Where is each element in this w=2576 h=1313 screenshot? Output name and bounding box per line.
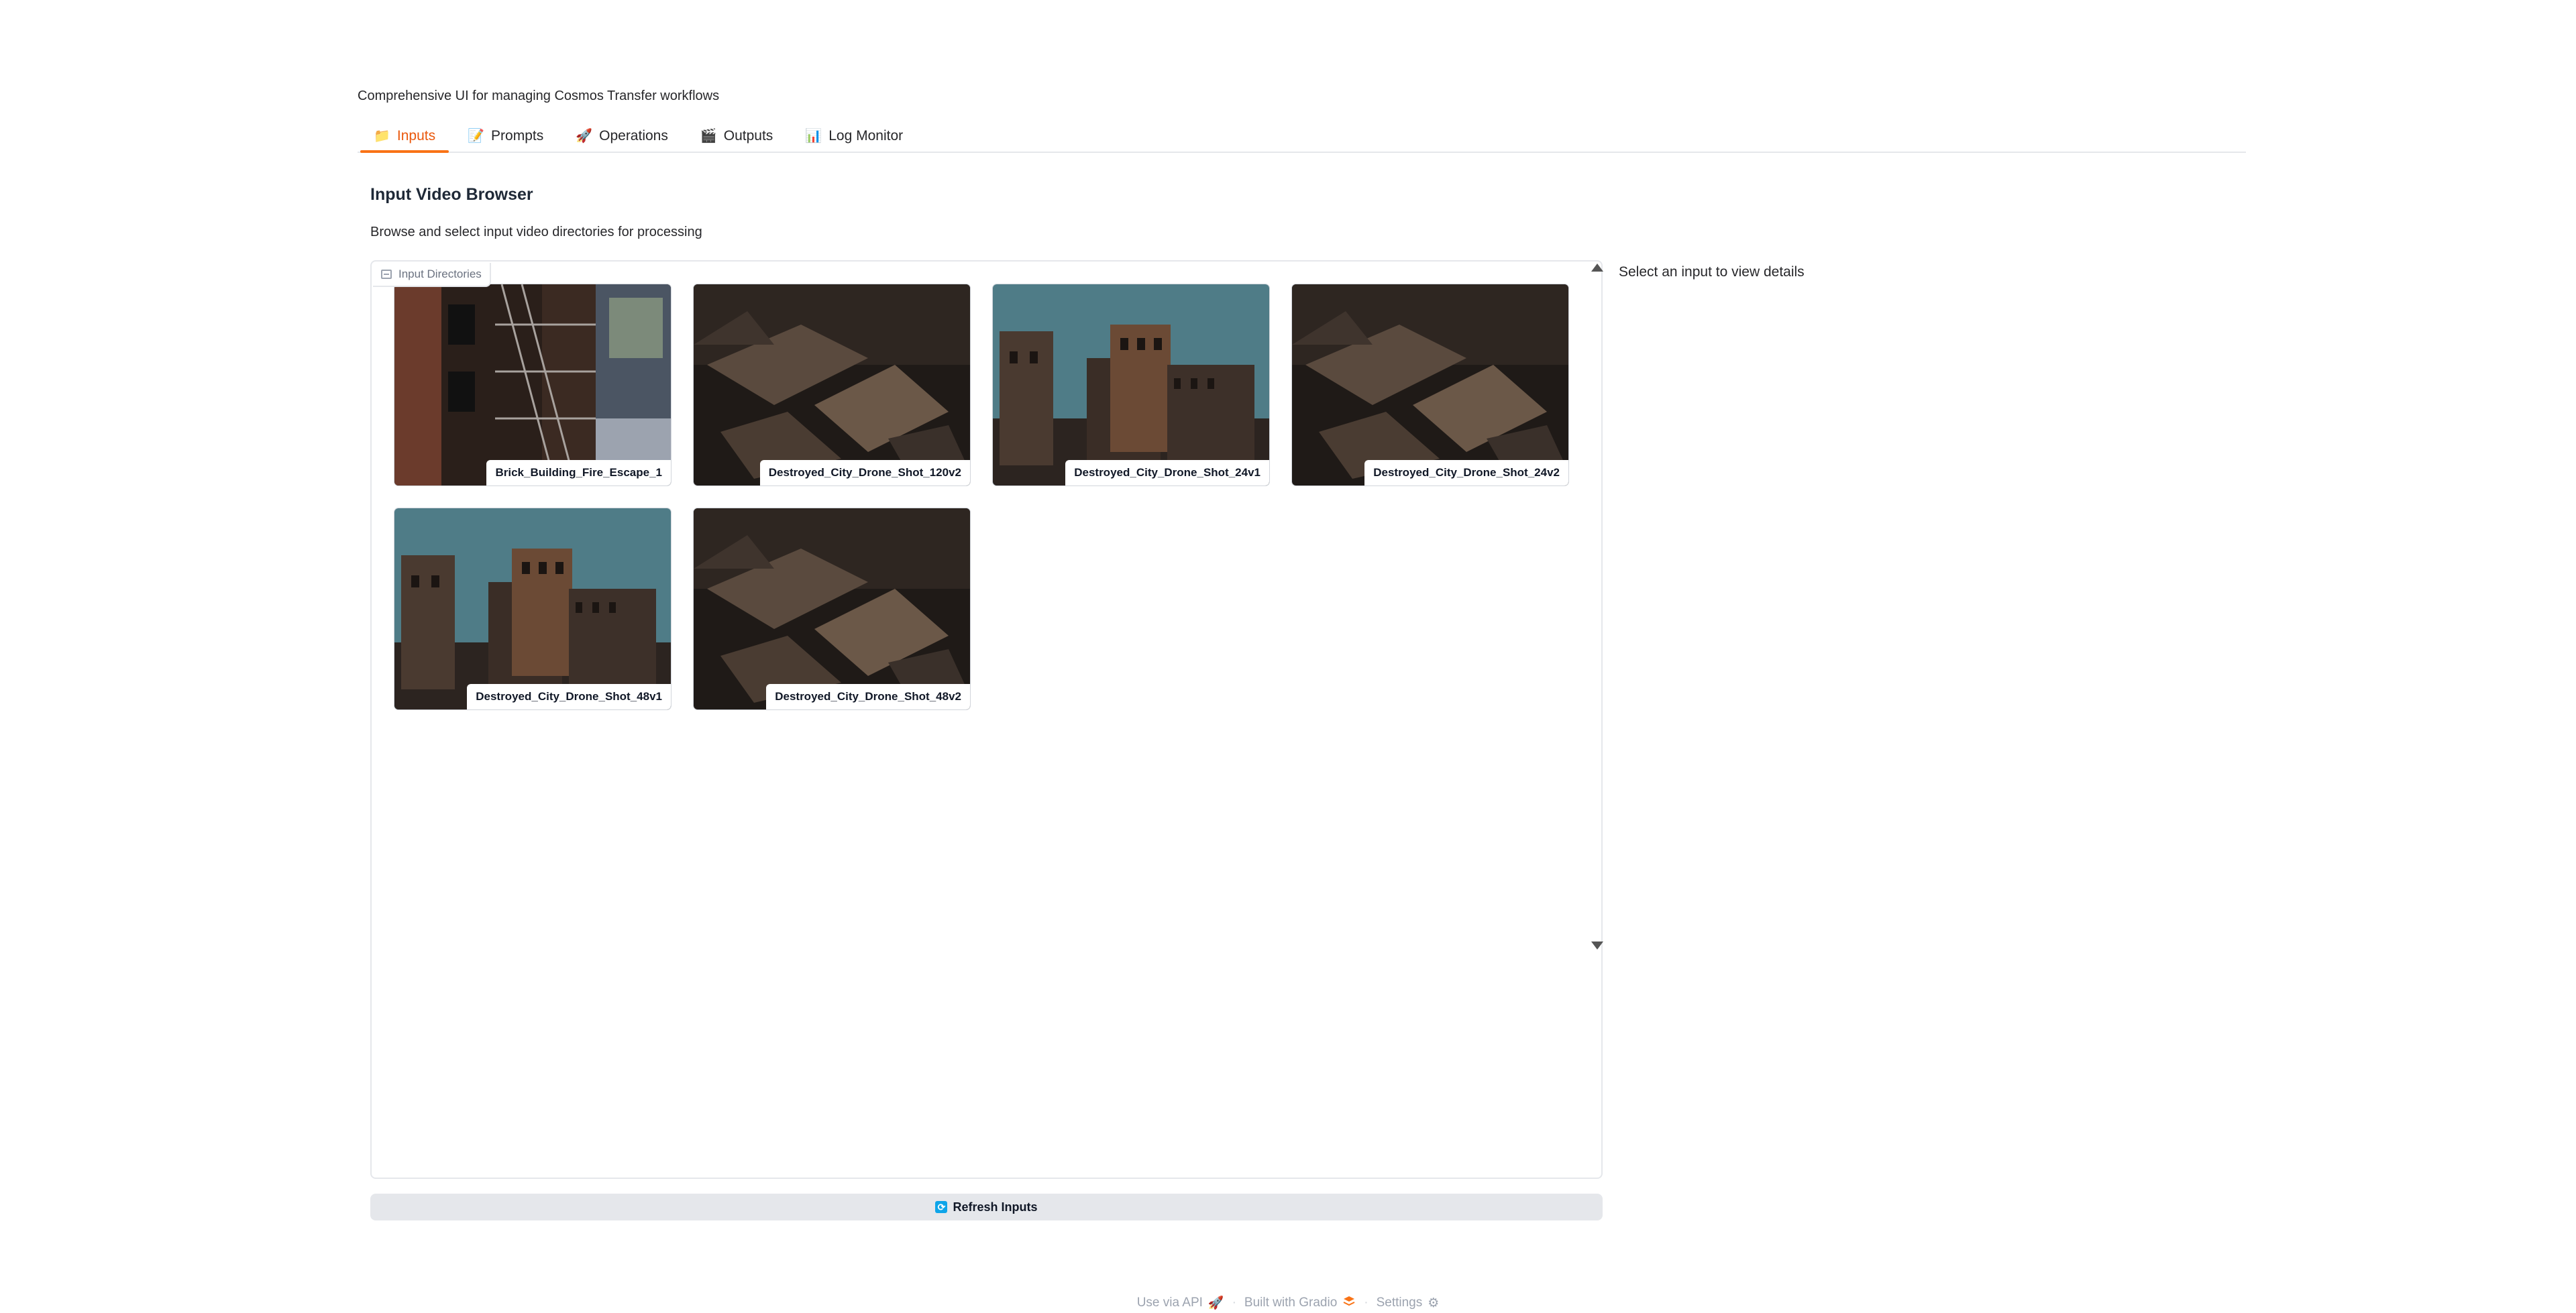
- gallery-label-text: Input Directories: [398, 268, 482, 280]
- tab-label: Operations: [599, 128, 668, 144]
- gallery-thumbnail[interactable]: Destroyed_City_Drone_Shot_24v1: [993, 284, 1269, 486]
- thumbnail-caption: Destroyed_City_Drone_Shot_48v2: [766, 684, 970, 709]
- gradio-link-label: Built with Gradio: [1244, 1296, 1338, 1310]
- tab-prompts[interactable]: 📝 Prompts: [451, 121, 559, 152]
- api-link-label: Use via API: [1136, 1296, 1203, 1310]
- gradio-link[interactable]: Built with Gradio: [1244, 1295, 1356, 1311]
- tab-outputs[interactable]: 🎬 Outputs: [684, 121, 789, 152]
- gradio-logo-icon: [1342, 1295, 1356, 1311]
- chart-icon: 📊: [805, 129, 822, 144]
- app-container: Comprehensive UI for managing Cosmos Tra…: [358, 0, 2246, 1313]
- thumbnail-image: [394, 284, 671, 486]
- gallery-thumbnail[interactable]: Destroyed_City_Drone_Shot_48v2: [694, 508, 970, 709]
- thumbnail-image: [1292, 284, 1568, 486]
- details-placeholder: Select an input to view details: [1619, 264, 1805, 280]
- section-title: Input Video Browser: [370, 185, 533, 204]
- thumbnail-image: [993, 284, 1269, 486]
- footer-separator: ·: [1364, 1296, 1368, 1310]
- tab-operations[interactable]: 🚀 Operations: [559, 121, 684, 152]
- tab-inputs[interactable]: 📁 Inputs: [358, 121, 451, 153]
- app-subtitle: Comprehensive UI for managing Cosmos Tra…: [358, 89, 720, 103]
- thumbnail-caption: Destroyed_City_Drone_Shot_48v1: [467, 684, 671, 709]
- thumbnail-caption: Destroyed_City_Drone_Shot_120v2: [759, 460, 970, 486]
- clapper-icon: 🎬: [700, 129, 717, 144]
- refresh-inputs-button[interactable]: ⟳ Refresh Inputs: [370, 1194, 1603, 1220]
- gallery-thumbnail[interactable]: Destroyed_City_Drone_Shot_24v2: [1292, 284, 1568, 486]
- section-description: Browse and select input video directorie…: [370, 225, 702, 239]
- rocket-icon: 🚀: [576, 129, 593, 144]
- thumbnail-caption: Brick_Building_Fire_Escape_1: [486, 460, 671, 486]
- gear-icon: ⚙: [1428, 1296, 1440, 1310]
- gallery-grid: Brick_Building_Fire_Escape_1 Destroyed_Ci…: [394, 284, 1568, 709]
- scroll-up-arrow-icon[interactable]: [1591, 264, 1603, 272]
- refresh-label: Refresh Inputs: [953, 1200, 1038, 1214]
- rocket-icon: 🚀: [1208, 1296, 1224, 1310]
- gallery-icon: [381, 270, 392, 279]
- thumbnail-image: [694, 284, 970, 486]
- gallery-thumbnail[interactable]: Destroyed_City_Drone_Shot_48v1: [394, 508, 671, 709]
- tab-bar: 📁 Inputs 📝 Prompts 🚀 Operations 🎬 Output…: [358, 121, 2246, 153]
- tab-label: Prompts: [491, 128, 544, 144]
- thumbnail-caption: Destroyed_City_Drone_Shot_24v2: [1364, 460, 1568, 486]
- settings-link-label: Settings: [1376, 1296, 1423, 1310]
- tab-label: Outputs: [723, 128, 773, 144]
- gallery-thumbnail[interactable]: Brick_Building_Fire_Escape_1: [394, 284, 671, 486]
- footer-separator: ·: [1232, 1296, 1236, 1310]
- gallery-label: Input Directories: [373, 263, 491, 287]
- input-gallery: Input Directories Brick_Building_Fire_Es…: [370, 260, 1603, 1179]
- thumbnail-caption: Destroyed_City_Drone_Shot_24v1: [1065, 460, 1269, 486]
- tab-label: Inputs: [396, 128, 436, 144]
- tab-label: Log Monitor: [828, 128, 904, 144]
- thumbnail-image: [394, 508, 671, 709]
- footer: Use via API 🚀 · Built with Gradio · Sett…: [0, 1293, 2576, 1313]
- tab-log-monitor[interactable]: 📊 Log Monitor: [789, 121, 919, 152]
- api-link[interactable]: Use via API 🚀: [1137, 1295, 1224, 1311]
- memo-icon: 📝: [468, 129, 485, 144]
- settings-link[interactable]: Settings ⚙: [1377, 1296, 1440, 1311]
- folder-icon: 📁: [374, 129, 390, 144]
- refresh-icon: ⟳: [935, 1201, 948, 1213]
- thumbnail-image: [694, 508, 970, 709]
- gallery-thumbnail[interactable]: Destroyed_City_Drone_Shot_120v2: [694, 284, 970, 486]
- scroll-down-arrow-icon[interactable]: [1591, 941, 1603, 950]
